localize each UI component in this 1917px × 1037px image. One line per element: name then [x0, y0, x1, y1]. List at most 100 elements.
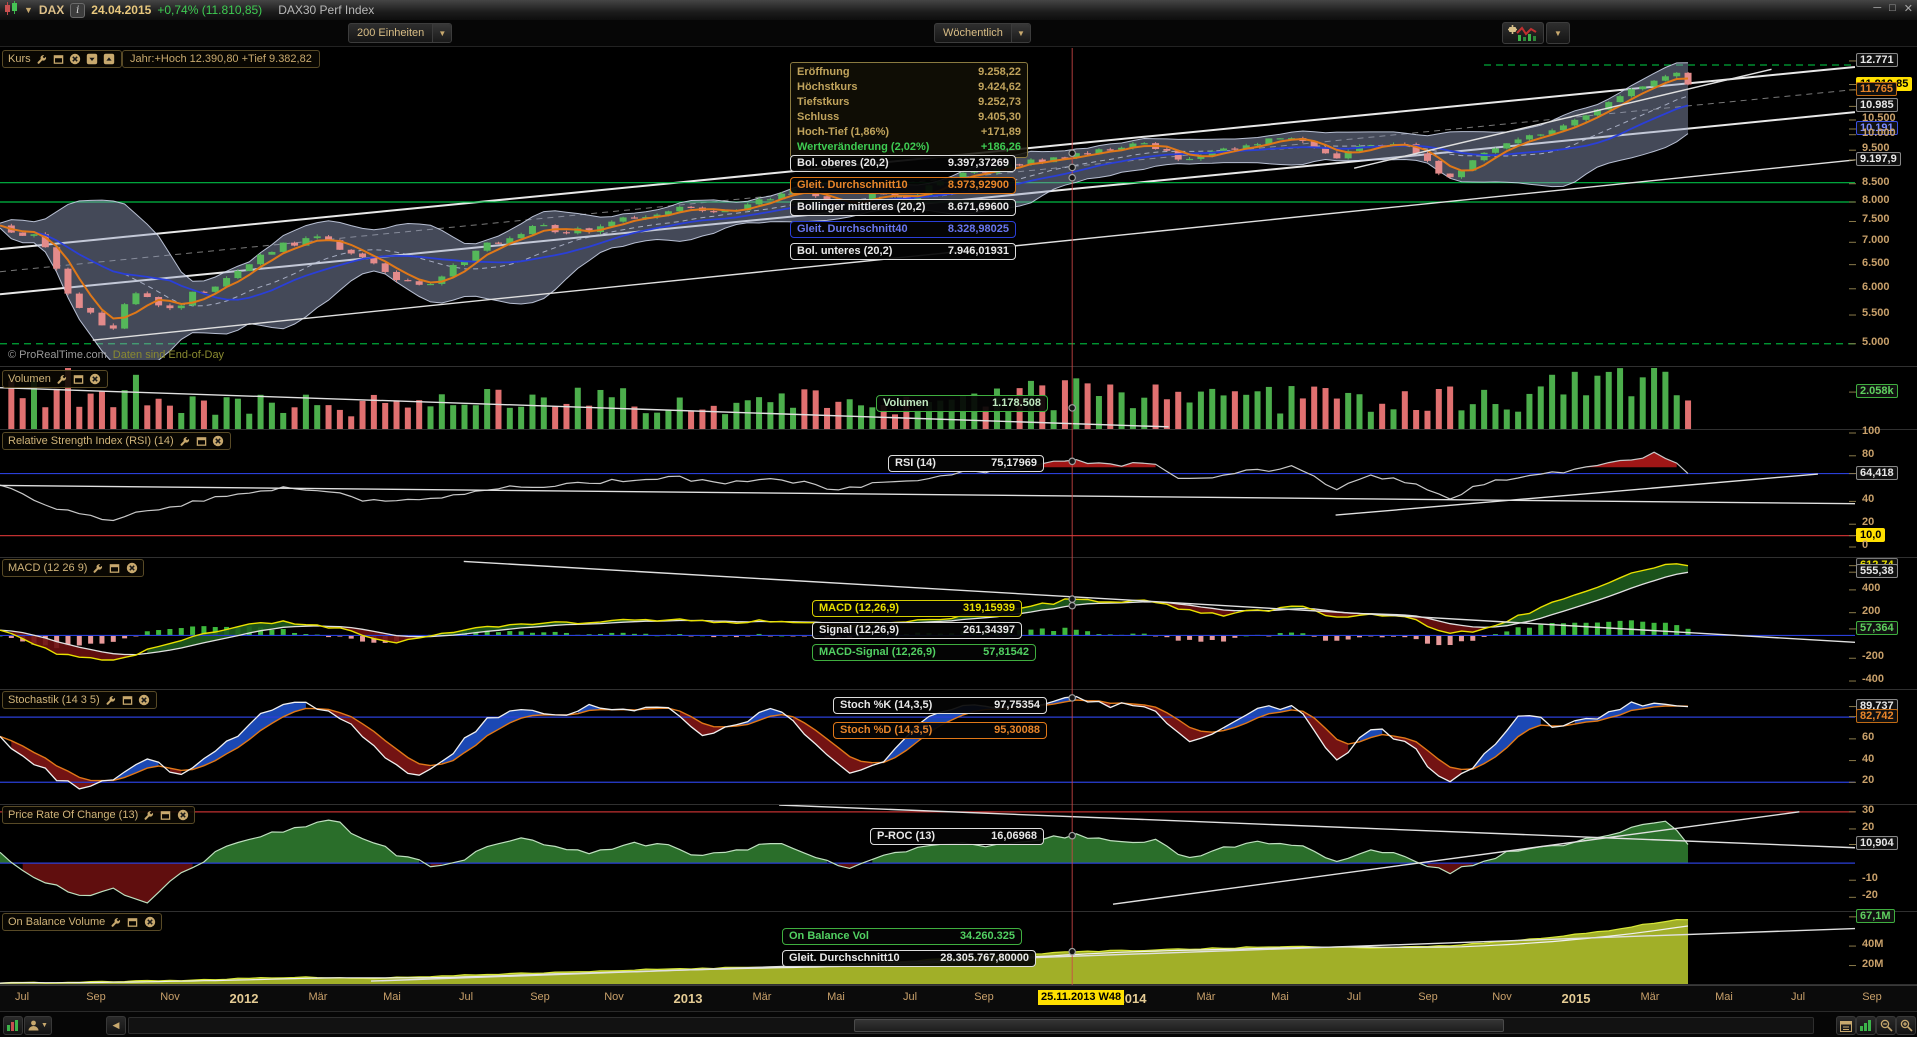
arrow-up-icon[interactable]: [103, 53, 116, 66]
symbol-dropdown-caret[interactable]: ▼: [24, 5, 33, 15]
volumen-axis-label[interactable]: 2.058k: [1856, 384, 1898, 399]
arrow-down-icon[interactable]: [86, 53, 99, 66]
user-icon: [28, 1020, 39, 1031]
stoch-axis-label[interactable]: 82,742: [1856, 708, 1898, 723]
bar-chart-icon: [7, 1020, 18, 1031]
macd-axis-label: 400: [1862, 581, 1881, 594]
obv-value-label[interactable]: On Balance Vol 34.260.325: [782, 928, 1022, 945]
stoch-axis-label: 60: [1862, 730, 1875, 743]
symbol-name[interactable]: DAX: [39, 3, 64, 17]
kurs-axis-label[interactable]: 12.771: [1856, 52, 1898, 67]
minimize-icon[interactable]: ─: [1873, 2, 1881, 15]
panel-title: Volumen: [8, 373, 51, 385]
bollinger-lower-label[interactable]: Bol. unteres (20,2) 7.946,01931: [790, 243, 1016, 260]
rsi-value-label[interactable]: RSI (14) 75,17969: [888, 455, 1044, 472]
user-menu-button[interactable]: ▼: [24, 1016, 52, 1035]
window-icon[interactable]: [195, 435, 208, 448]
window-icon[interactable]: [52, 53, 65, 66]
add-indicator-button[interactable]: [1502, 22, 1544, 44]
timeframe-dropdown[interactable]: Wöchentlich ▼: [934, 23, 1031, 43]
proc-axis-label[interactable]: 10,904: [1856, 836, 1898, 851]
close-icon[interactable]: [212, 435, 225, 448]
year-high-low-note: Jahr:+Hoch 12.390,80 +Tief 9.382,82: [122, 50, 320, 68]
time-axis-month-label: Sep: [530, 991, 550, 1003]
chevron-down-icon[interactable]: ▼: [432, 24, 452, 42]
mini-stats-button[interactable]: [3, 1016, 23, 1035]
kurs-axis-label: 5.000: [1862, 335, 1890, 348]
kurs-axis-label: 8.500: [1862, 175, 1890, 188]
kurs-axis-label[interactable]: 10.985: [1856, 98, 1898, 113]
macd-axis-label: -400: [1862, 673, 1885, 686]
window-icon[interactable]: [108, 562, 121, 575]
panel-header-obv: On Balance Volume: [2, 913, 163, 931]
bollinger-middle-label[interactable]: Bollinger mittleres (20,2) 8.671,69600: [790, 199, 1016, 216]
macd-signal-value-label[interactable]: Signal (12,26,9) 261,34397: [812, 622, 1022, 639]
macd-histogram-value-label[interactable]: MACD-Signal (12,26,9) 57,81542: [812, 644, 1036, 661]
proc-axis-label: 20: [1862, 820, 1875, 833]
proc-axis-label: -10: [1862, 872, 1878, 885]
time-axis-month-label: Mai: [1715, 991, 1733, 1003]
rsi-axis-label[interactable]: 64,418: [1856, 465, 1898, 480]
time-axis-month-label: Jul: [14, 991, 30, 1003]
maximize-icon[interactable]: □: [1889, 2, 1896, 15]
close-icon[interactable]: [69, 53, 82, 66]
scrollbar-thumb[interactable]: [854, 1019, 1504, 1032]
close-icon[interactable]: [89, 373, 102, 386]
wrench-icon[interactable]: [109, 916, 122, 929]
macd-axis-label: -200: [1862, 650, 1885, 663]
macd-axis-label[interactable]: 57,364: [1856, 620, 1898, 635]
stoch-d-label[interactable]: Stoch %D (14,3,5) 95,30088: [833, 722, 1047, 739]
panel-title: Kurs: [8, 53, 31, 65]
close-icon[interactable]: [176, 809, 189, 822]
chart-scrollbar[interactable]: [128, 1017, 1814, 1034]
window-icon[interactable]: [126, 916, 139, 929]
time-axis[interactable]: 25.11.2013 W48 Jul Sep Nov 2012 Mär Mai Jul Sep…: [0, 985, 1917, 1011]
stoch-k-label[interactable]: Stoch %K (14,3,5) 97,75354: [833, 697, 1047, 714]
proc-value-label[interactable]: P-ROC (13) 16,06968: [870, 828, 1044, 845]
wrench-icon[interactable]: [55, 373, 68, 386]
time-axis-year-label: 2015: [1561, 991, 1591, 1006]
obv-ma-value-label[interactable]: Gleit. Durchschnitt10 28.305.767,80000: [782, 950, 1036, 967]
obv-axis-label[interactable]: 67,1M: [1856, 908, 1895, 923]
window-icon[interactable]: [72, 373, 85, 386]
time-axis-month-label: Jul: [1790, 991, 1806, 1003]
wrench-icon[interactable]: [91, 562, 104, 575]
close-icon[interactable]: [138, 694, 151, 707]
close-icon[interactable]: [143, 916, 156, 929]
bollinger-upper-label[interactable]: Bol. oberes (20,2) 9.397,37269: [790, 155, 1016, 172]
time-axis-month-label: Mai: [1271, 991, 1289, 1003]
close-icon[interactable]: [125, 562, 138, 575]
window-icon[interactable]: [159, 809, 172, 822]
macd-axis-label[interactable]: 555,38: [1856, 564, 1898, 579]
date-range-button[interactable]: [1836, 1016, 1856, 1035]
scroll-left-button[interactable]: ◀: [106, 1016, 126, 1035]
kurs-axis-label[interactable]: 11.765: [1856, 81, 1898, 96]
ohlc-info-box[interactable]: Eröffnung 9.258,22 Höchstkurs 9.424,62 Tie…: [790, 62, 1028, 158]
kurs-axis-label[interactable]: 9.197,9: [1856, 151, 1901, 166]
time-axis-month-label: Sep: [974, 991, 994, 1003]
zoom-in-button[interactable]: [1896, 1016, 1916, 1035]
chevron-down-icon[interactable]: ▼: [1010, 24, 1030, 42]
auto-scale-button[interactable]: [1856, 1016, 1876, 1035]
wrench-icon[interactable]: [35, 53, 48, 66]
rsi-axis-label[interactable]: 10,0: [1856, 527, 1886, 542]
panel-title: MACD (12 26 9): [8, 562, 88, 574]
close-icon[interactable]: ✕: [1904, 2, 1913, 15]
bottom-bar: ▼ ◀: [0, 1011, 1917, 1037]
units-dropdown[interactable]: 200 Einheiten ▼: [348, 23, 453, 43]
zoom-out-button[interactable]: [1876, 1016, 1896, 1035]
rsi-axis-label: 100: [1862, 425, 1881, 437]
wrench-icon[interactable]: [142, 809, 155, 822]
ma10-label[interactable]: Gleit. Durchschnitt10 8.973,92900: [790, 177, 1016, 194]
macd-value-label[interactable]: MACD (12,26,9) 319,15939: [812, 600, 1022, 617]
time-axis-month-label: Jul: [1346, 991, 1362, 1003]
wrench-icon[interactable]: [104, 694, 117, 707]
window-icon[interactable]: [121, 694, 134, 707]
wrench-icon[interactable]: [178, 435, 191, 448]
time-axis-month-label: Sep: [1862, 991, 1882, 1003]
ma40-label[interactable]: Gleit. Durchschnitt40 8.328,98025: [790, 221, 1016, 238]
volume-value-label[interactable]: Volumen 1.178.508: [876, 395, 1048, 412]
chart-options-dropdown[interactable]: ▼: [1546, 22, 1570, 44]
time-axis-month-label: Mai: [383, 991, 401, 1003]
info-icon[interactable]: i: [70, 2, 86, 18]
